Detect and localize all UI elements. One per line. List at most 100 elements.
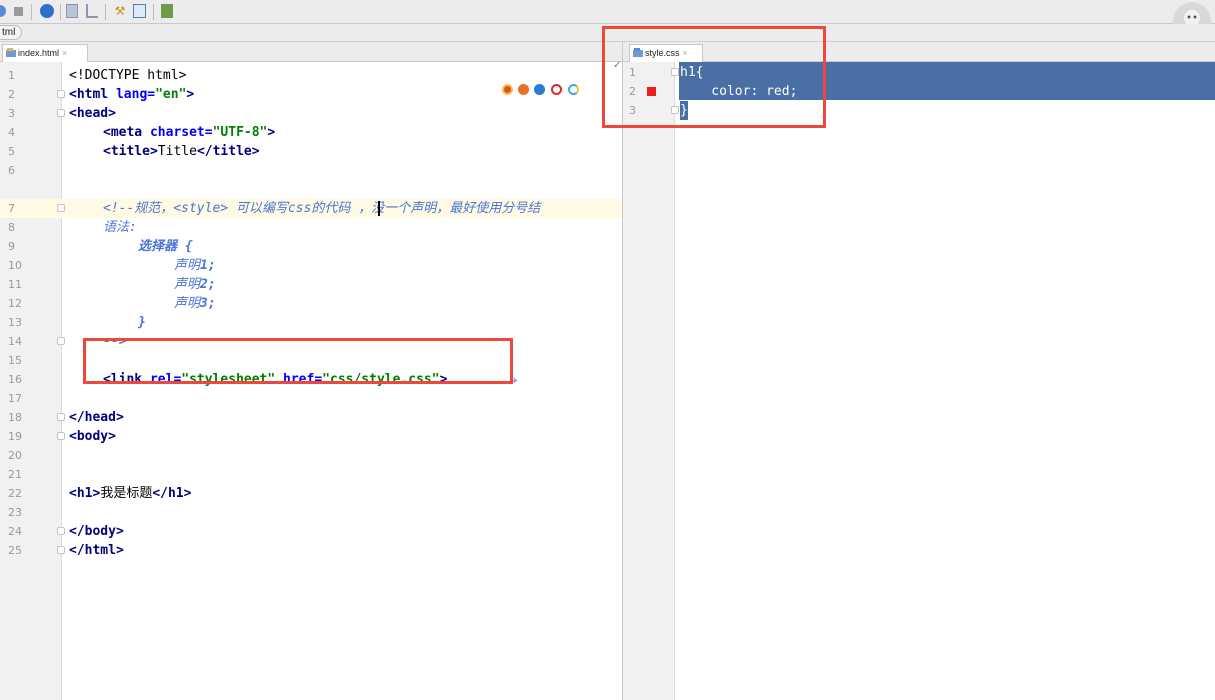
comment-text: } [138, 315, 146, 330]
code-line: 22 <h1>我是标题</h1> [0, 484, 622, 503]
code-line: 10 声明1; [0, 256, 622, 275]
body-open-tag: <body> [69, 429, 116, 444]
toolbar-separator [105, 4, 106, 20]
toolbar: ⚒ [0, 0, 1215, 40]
line-number: 11 [8, 278, 22, 291]
doctype: <!DOCTYPE html> [69, 68, 187, 83]
h1-close-tag: </h1> [152, 486, 192, 501]
code-line: 17 [0, 389, 622, 408]
css-code-area[interactable]: ✓ 1 h1{ 2 color: red; 3 } [613, 60, 1215, 700]
fold-marker-icon[interactable] [57, 527, 65, 535]
line-number: 13 [8, 316, 22, 329]
tab-label: index.html [18, 48, 60, 58]
highlight-box-link [83, 338, 513, 384]
window-icon[interactable] [133, 4, 146, 18]
body-close-tag: </body> [69, 524, 124, 539]
line-number: 16 [8, 373, 22, 386]
settings-icon[interactable] [40, 4, 54, 18]
line-number: 25 [8, 544, 22, 557]
stop-icon[interactable] [14, 7, 23, 16]
h1-text: 我是标题 [100, 486, 153, 501]
code-line: 19 <body> [0, 427, 622, 446]
opera-icon[interactable] [551, 84, 562, 95]
line-number: 6 [8, 164, 15, 177]
editor-tab-bar: index.html × [0, 42, 622, 62]
line-number: 24 [8, 525, 22, 538]
code-line: 24 </body> [0, 522, 622, 541]
comment-text: 声明 [174, 296, 201, 311]
run-icon[interactable] [0, 5, 6, 17]
fold-marker-icon[interactable] [57, 337, 65, 345]
title-close-tag: </title> [196, 144, 260, 159]
comment-text: 声明 [174, 258, 201, 273]
code-line: 12 声明3; [0, 294, 622, 313]
line-number: 18 [8, 411, 22, 424]
title-text: Title [157, 144, 197, 159]
line-number: 3 [8, 107, 15, 120]
tab-index-html[interactable]: index.html × [2, 44, 88, 62]
code-line: 4 <meta charset="UTF-8"> [0, 123, 622, 142]
code-line: 23 [0, 503, 622, 522]
line-number: 21 [8, 468, 22, 481]
html-open-tag: <html [69, 87, 116, 102]
meta-tag: <meta [103, 125, 150, 140]
line-number: 22 [8, 487, 22, 500]
code-line: 18 </head> [0, 408, 622, 427]
comment-text: 语法: [103, 220, 137, 235]
fold-marker-icon[interactable] [57, 432, 65, 440]
attr-name: charset= [149, 125, 213, 140]
code-line: 6 [0, 161, 622, 180]
chrome-icon[interactable] [502, 84, 513, 95]
highlight-box-css [602, 26, 826, 128]
line-number: 14 [8, 335, 22, 348]
line-number: 19 [8, 430, 22, 443]
hierarchy-icon[interactable] [86, 4, 98, 18]
tools-icon[interactable]: ⚒ [113, 4, 127, 18]
code-line: 5 <title>Title</title> [0, 142, 622, 161]
browser-preview-icons [495, 81, 593, 99]
title-open-tag: <title> [103, 144, 158, 159]
comment-text: <!--规范，<style> 可以编写css的代码 ，没一个声明，最好使用分号结 [103, 201, 541, 216]
attr-name: lang= [115, 87, 156, 102]
vcs-icon[interactable] [161, 4, 173, 18]
close-tab-icon[interactable]: × [62, 48, 67, 58]
head-open-tag: <head> [69, 106, 116, 121]
structure-icon[interactable] [66, 4, 78, 18]
code-line: 11 声明2; [0, 275, 622, 294]
comment-text: 声明 [174, 277, 201, 292]
line-number: 8 [8, 221, 15, 234]
line-number: 2 [8, 88, 15, 101]
code-line: 9 选择器 { [0, 237, 622, 256]
line-number: 9 [8, 240, 15, 253]
toolbar-separator [60, 4, 61, 20]
line-number: 20 [8, 449, 22, 462]
comment-text: 选择器 { [138, 239, 193, 254]
text-caret [378, 201, 380, 216]
ie-icon[interactable] [568, 84, 579, 95]
firefox-icon[interactable] [518, 84, 529, 95]
h1-open-tag: <h1> [69, 486, 101, 501]
toolbar-separator [153, 4, 154, 20]
safari-icon[interactable] [534, 84, 545, 95]
line-number: 15 [8, 354, 22, 367]
css-editor-pane: style.css × ✓ 1 h1{ 2 color: red; 3 } [602, 26, 1215, 700]
comment-text: 1; [200, 258, 216, 273]
line-number: 10 [8, 259, 22, 272]
breadcrumb[interactable]: tml [0, 25, 23, 40]
tag-end: > [186, 87, 195, 102]
fold-marker-icon[interactable] [57, 90, 65, 98]
fold-marker-icon[interactable] [57, 204, 65, 212]
comment-text: 2; [200, 277, 216, 292]
fold-marker-icon[interactable] [57, 109, 65, 117]
code-line: 20 [0, 446, 622, 465]
toolbar-separator [31, 4, 32, 20]
code-line: 3 <head> [0, 104, 622, 123]
line-number: 4 [8, 126, 15, 139]
code-line: 7 <!--规范，<style> 可以编写css的代码 ，没一个声明，最好使用分… [0, 199, 622, 218]
line-number: 7 [8, 202, 15, 215]
fold-marker-icon[interactable] [57, 413, 65, 421]
html-editor-pane: index.html × 1 <!DOCTYPE html> 2 <html la… [0, 42, 622, 700]
attr-value: "UTF-8" [212, 125, 268, 140]
fold-marker-icon[interactable] [57, 546, 65, 554]
code-line: 25 </html> [0, 541, 622, 560]
